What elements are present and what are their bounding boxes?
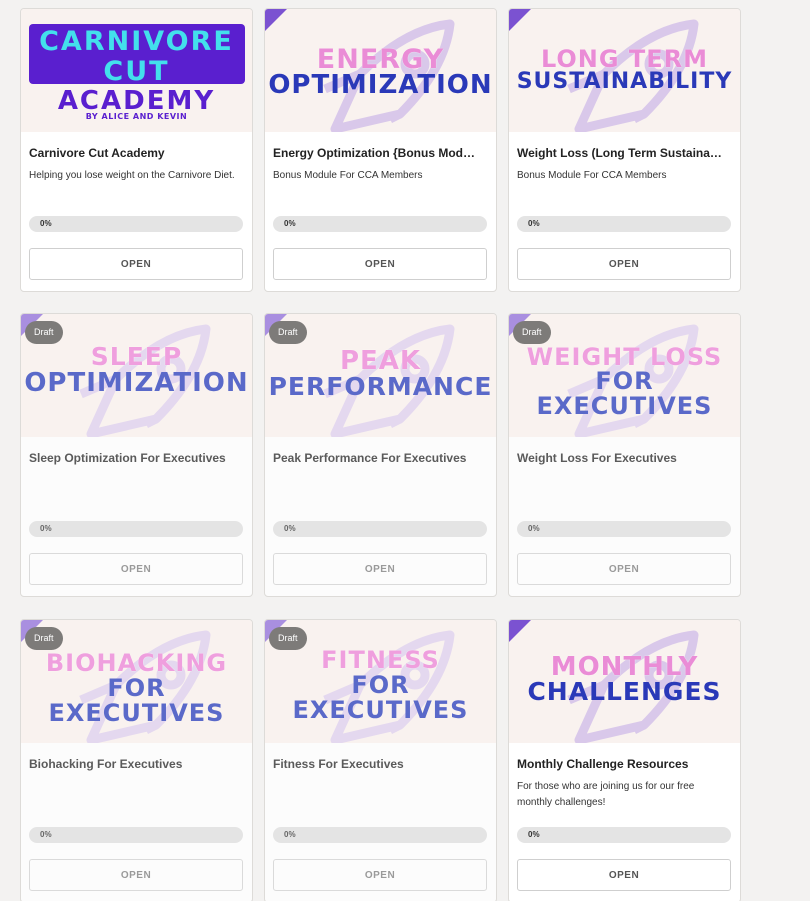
open-button[interactable]: OPEN xyxy=(517,248,731,280)
corner-ribbon-icon xyxy=(509,9,531,31)
course-title: Weight Loss (Long Term Sustaina… xyxy=(517,146,722,160)
thumb-line-2: FOR xyxy=(107,674,166,702)
course-thumbnail[interactable]: BIOHACKING FOR EXECUTIVES Draft xyxy=(21,620,252,743)
open-button[interactable]: OPEN xyxy=(273,248,487,280)
course-title: Fitness For Executives xyxy=(273,757,404,771)
open-button[interactable]: OPEN xyxy=(29,248,243,280)
open-button[interactable]: OPEN xyxy=(273,553,487,585)
course-card-monthly-challenges[interactable]: MONTHLY CHALLENGES Monthly Challenge Res… xyxy=(508,619,741,901)
thumb-line-2: SUSTAINABILITY xyxy=(516,69,733,94)
course-card-carnivore-cut-academy[interactable]: CARNIVORE CUT ACADEMY BY ALICE AND KEVIN… xyxy=(20,8,253,292)
course-thumbnail[interactable]: FITNESS FOR EXECUTIVES Draft xyxy=(265,620,496,743)
thumb-line-2: FOR xyxy=(351,671,410,699)
course-card-peak-performance[interactable]: PEAK PERFORMANCE Draft Peak Performance … xyxy=(264,313,497,597)
course-description: Bonus Module For CCA Members xyxy=(517,170,667,181)
progress-bar: 0% xyxy=(273,827,487,843)
progress-label: 0% xyxy=(284,219,296,228)
course-card-energy-optimization[interactable]: ENERGY OPTIMIZATION Energy Optimization … xyxy=(264,8,497,292)
open-button[interactable]: OPEN xyxy=(29,553,243,585)
thumb-line-1: FITNESS xyxy=(321,646,440,674)
course-card-biohacking[interactable]: BIOHACKING FOR EXECUTIVES Draft Biohacki… xyxy=(20,619,253,901)
progress-bar: 0% xyxy=(273,521,487,537)
course-description: For those who are joining us for our fre… xyxy=(517,781,695,808)
progress-bar: 0% xyxy=(517,827,731,843)
course-thumbnail[interactable]: CARNIVORE CUT ACADEMY BY ALICE AND KEVIN xyxy=(21,9,252,132)
progress-label: 0% xyxy=(40,219,52,228)
thumb-line-2: CHALLENGES xyxy=(527,677,722,706)
corner-ribbon-icon xyxy=(509,620,531,642)
course-title: Sleep Optimization For Executives xyxy=(29,451,226,465)
course-description: Bonus Module For CCA Members xyxy=(273,170,423,181)
progress-bar: 0% xyxy=(29,521,243,537)
thumb-line-2: OPTIMIZATION xyxy=(24,368,249,398)
open-button[interactable]: OPEN xyxy=(29,859,243,891)
thumb-line-1: PEAK xyxy=(339,346,422,376)
progress-label: 0% xyxy=(528,219,540,228)
thumb-line-3: EXECUTIVES xyxy=(48,699,225,727)
progress-bar: 0% xyxy=(29,216,243,232)
course-title: Peak Performance For Executives xyxy=(273,451,467,465)
thumb-line-1: CARNIVORE xyxy=(39,26,234,57)
course-title: Monthly Challenge Resources xyxy=(517,757,689,771)
course-thumbnail[interactable]: PEAK PERFORMANCE Draft xyxy=(265,314,496,437)
progress-label: 0% xyxy=(284,830,296,839)
progress-label: 0% xyxy=(528,524,540,533)
thumb-line-3: ACADEMY xyxy=(57,86,216,116)
corner-ribbon-icon xyxy=(265,9,287,31)
course-card-weight-loss-executives[interactable]: WEIGHT LOSS FOR EXECUTIVES Draft Weight … xyxy=(508,313,741,597)
progress-label: 0% xyxy=(40,524,52,533)
draft-badge: Draft xyxy=(25,627,63,650)
thumb-line-2: FOR xyxy=(595,367,654,395)
progress-bar: 0% xyxy=(517,216,731,232)
progress-bar: 0% xyxy=(273,216,487,232)
course-card-long-term-sustainability[interactable]: LONG TERM SUSTAINABILITY Weight Loss (Lo… xyxy=(508,8,741,292)
thumb-line-4: BY ALICE AND KEVIN xyxy=(85,112,188,121)
thumb-line-1: LONG TERM xyxy=(540,45,709,73)
thumb-line-1: SLEEP xyxy=(90,342,183,371)
course-card-fitness[interactable]: FITNESS FOR EXECUTIVES Draft Fitness For… xyxy=(264,619,497,901)
course-title: Weight Loss For Executives xyxy=(517,451,677,465)
open-button[interactable]: OPEN xyxy=(273,859,487,891)
thumb-line-1: ENERGY xyxy=(316,44,445,75)
course-card-sleep-optimization[interactable]: SLEEP OPTIMIZATION Draft Sleep Optimizat… xyxy=(20,313,253,597)
course-description: Helping you lose weight on the Carnivore… xyxy=(29,170,235,181)
progress-label: 0% xyxy=(284,524,296,533)
course-thumbnail[interactable]: SLEEP OPTIMIZATION Draft xyxy=(21,314,252,437)
thumb-line-2: CUT xyxy=(103,56,170,87)
progress-bar: 0% xyxy=(517,521,731,537)
thumb-line-1: WEIGHT LOSS xyxy=(526,343,723,371)
progress-bar: 0% xyxy=(29,827,243,843)
thumb-line-2: PERFORMANCE xyxy=(268,372,493,401)
draft-badge: Draft xyxy=(269,627,307,650)
open-button[interactable]: OPEN xyxy=(517,553,731,585)
course-thumbnail[interactable]: ENERGY OPTIMIZATION xyxy=(265,9,496,132)
course-thumbnail[interactable]: WEIGHT LOSS FOR EXECUTIVES Draft xyxy=(509,314,740,437)
course-title: Energy Optimization {Bonus Mod… xyxy=(273,146,476,160)
thumb-line-3: EXECUTIVES xyxy=(536,392,713,420)
course-title: Carnivore Cut Academy xyxy=(29,146,165,160)
course-thumbnail[interactable]: MONTHLY CHALLENGES xyxy=(509,620,740,743)
draft-badge: Draft xyxy=(269,321,307,344)
thumb-line-3: EXECUTIVES xyxy=(292,696,469,724)
course-title: Biohacking For Executives xyxy=(29,757,183,771)
thumb-line-2: OPTIMIZATION xyxy=(268,70,493,100)
draft-badge: Draft xyxy=(25,321,63,344)
progress-label: 0% xyxy=(528,830,540,839)
thumb-line-1: BIOHACKING xyxy=(45,649,228,677)
progress-label: 0% xyxy=(40,830,52,839)
draft-badge: Draft xyxy=(513,321,551,344)
open-button[interactable]: OPEN xyxy=(517,859,731,891)
course-thumbnail[interactable]: LONG TERM SUSTAINABILITY xyxy=(509,9,740,132)
